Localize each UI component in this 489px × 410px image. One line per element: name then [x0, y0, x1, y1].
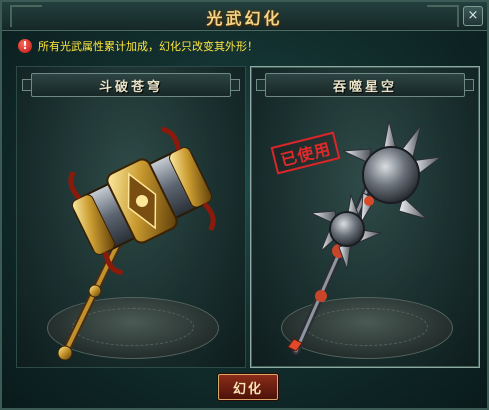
transform-window: 光武幻化 × ! 所有光武属性累计加成，幻化只改变其外形！ 斗破苍穹 吞噬星空 …: [0, 0, 489, 410]
exclamation-icon: !: [18, 39, 32, 53]
war-hammer-icon: [57, 126, 216, 361]
transform-button[interactable]: 幻化: [218, 374, 278, 400]
weapon-panel-right[interactable]: 吞噬星空 已使用: [250, 66, 480, 368]
panel-header: 吞噬星空: [256, 73, 474, 97]
spiked-mace-icon: [287, 120, 443, 355]
close-button[interactable]: ×: [463, 6, 483, 26]
title-bar[interactable]: 光武幻化 ×: [2, 2, 487, 31]
notice-bar: ! 所有光武属性累计加成，幻化只改变其外形！: [18, 37, 258, 55]
window-title: 光武幻化: [206, 9, 283, 28]
panel-header: 斗破苍穹: [22, 73, 240, 97]
weapon-name: 吞噬星空: [332, 79, 397, 95]
weapon-panel-left[interactable]: 斗破苍穹: [16, 66, 246, 368]
weapon-name: 斗破苍穹: [98, 79, 163, 95]
notice-text: 所有光武属性累计加成，幻化只改变其外形！: [38, 40, 258, 53]
